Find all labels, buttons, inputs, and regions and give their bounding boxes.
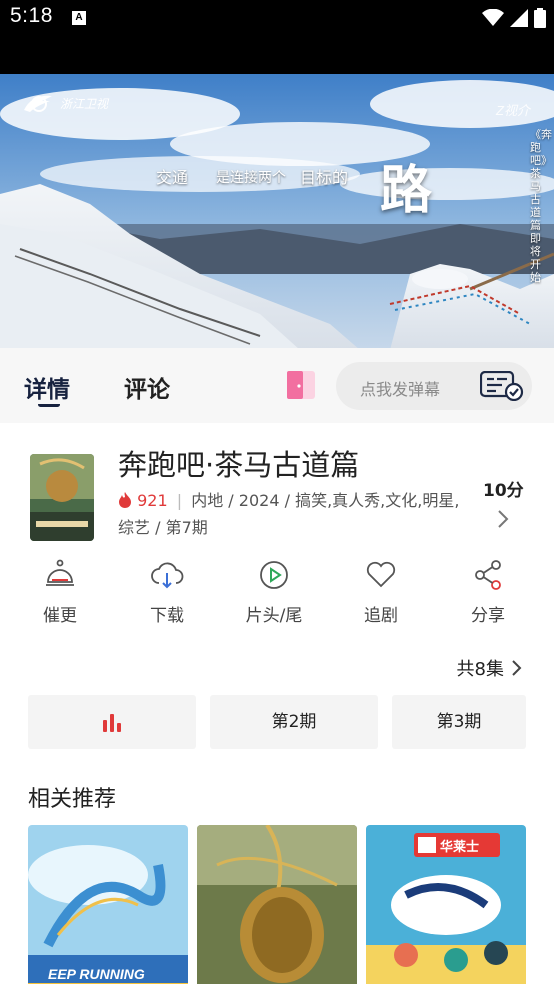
danmaku-settings-icon[interactable] <box>480 371 524 401</box>
related-overlay-text: 华莱士 <box>440 839 479 855</box>
door-icon[interactable] <box>285 369 317 401</box>
play-circle-icon <box>260 561 288 589</box>
related-item[interactable] <box>197 825 357 984</box>
follow-button[interactable]: 追剧 <box>341 558 421 626</box>
video-scene-image <box>0 74 554 348</box>
subtitle-big: 路 <box>380 160 433 221</box>
channel-name: 浙江卫视 <box>60 96 109 111</box>
episode-count: 共8集 <box>456 659 504 680</box>
app-screen: 5:18 A 浙江卫视 Z视介 交通 是连接两个 目标的 路 《奔跑吧》茶马古道… <box>0 0 554 984</box>
status-bar: 5:18 A <box>0 0 554 36</box>
show-info: 奔跑吧·茶马古道篇 921 | 内地 / 2024 / 搞笑,真人秀,文化,明星… <box>0 423 554 984</box>
related-poster-image: EEP RUNNING <box>28 825 188 984</box>
channel-logo: 浙江卫视 <box>22 92 108 114</box>
episode-button-playing[interactable] <box>28 695 196 749</box>
tab-active-indicator <box>38 402 60 407</box>
zhejiang-tv-logo-icon <box>24 95 52 112</box>
subtitle-part1: 交通 <box>156 168 189 187</box>
episode-button[interactable]: 第3期 <box>392 695 526 749</box>
share-label: 分享 <box>471 606 505 626</box>
tab-comments[interactable]: 评论 <box>124 370 170 404</box>
meta-divider: | <box>176 491 183 510</box>
related-item[interactable]: EEP RUNNING <box>28 825 188 984</box>
bell-icon <box>46 559 74 586</box>
watermark-logo: Z视介 <box>496 103 530 118</box>
notification-a-icon: A <box>72 11 86 25</box>
video-frame <box>0 74 554 348</box>
playing-bars-icon <box>103 714 121 732</box>
chevron-right-icon <box>512 660 522 676</box>
related-poster-image <box>197 825 357 984</box>
related-title: 相关推荐 <box>28 787 117 812</box>
vertical-caption: 《奔跑吧》茶马古道篇即将开始 <box>530 128 552 284</box>
signal-icon <box>510 9 528 27</box>
chevron-right-icon[interactable] <box>496 509 510 529</box>
status-time: 5:18 <box>10 4 53 27</box>
video-player[interactable]: 浙江卫视 Z视介 交通 是连接两个 目标的 路 《奔跑吧》茶马古道篇即将开始 <box>0 36 554 348</box>
tab-details[interactable]: 详情 <box>24 370 70 404</box>
remind-button[interactable]: 催更 <box>20 558 100 626</box>
download-button[interactable]: 下载 <box>127 558 207 626</box>
score-label[interactable]: 10分 <box>483 476 524 501</box>
episode-button[interactable]: 第2期 <box>210 695 378 749</box>
poster-image <box>30 454 94 541</box>
action-bar: 催更 下载 片头/尾 追剧 分享 <box>0 558 554 638</box>
share-button[interactable]: 分享 <box>448 558 528 626</box>
battery-icon <box>534 8 546 28</box>
show-title: 奔跑吧·茶马古道篇 <box>118 448 360 482</box>
show-poster[interactable] <box>30 454 94 541</box>
meta-text: 内地 / 2024 / 搞笑,真人秀,文化,明星,综艺 / 第7期 <box>118 491 460 537</box>
flame-icon <box>119 492 131 508</box>
remind-label: 催更 <box>43 606 77 626</box>
show-meta: 921 | 内地 / 2024 / 搞笑,真人秀,文化,明星,综艺 / 第7期 <box>118 487 462 541</box>
heat-count: 921 <box>137 491 168 510</box>
related-poster-image: 华莱士 <box>366 825 526 984</box>
follow-label: 追剧 <box>364 606 398 626</box>
heart-icon <box>366 561 396 588</box>
intro-outro-label: 片头/尾 <box>245 606 303 626</box>
wifi-icon <box>482 9 504 26</box>
danmaku-input[interactable]: 点我发弹幕 <box>336 362 532 410</box>
share-icon <box>475 560 501 590</box>
subtitle-part3: 目标的 <box>300 168 349 187</box>
status-icons <box>482 8 546 28</box>
episode-count-link[interactable]: 共8集 <box>457 655 522 681</box>
cloud-download-icon <box>151 562 184 589</box>
related-item[interactable]: 华莱士 <box>366 825 526 984</box>
subtitle-part2: 是连接两个 <box>216 170 286 186</box>
download-label: 下载 <box>150 606 184 626</box>
danmaku-placeholder: 点我发弹幕 <box>360 380 441 399</box>
related-overlay-text: EEP RUNNING <box>48 966 145 982</box>
intro-outro-button[interactable]: 片头/尾 <box>234 558 314 626</box>
